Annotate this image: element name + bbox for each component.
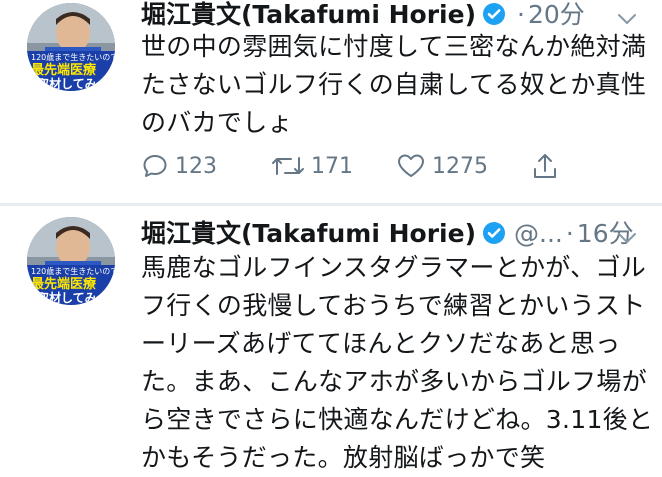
tweet-text-line: ら空きでさらに快適なんだけどね。3.11後と [141,405,654,434]
reply-count: 123 [175,153,217,179]
chevron-down-icon[interactable] [614,225,640,251]
separator-dot: · [517,0,525,29]
separator-dot: · [565,219,574,248]
avatar-caption-line2: 最先端医療 [31,276,97,292]
tweet-text: 馬鹿なゴルフインスタグラマーとかが、ゴル フ行くの我慢しておうちで練習とかいうス… [141,249,654,477]
tweet-text-line: のバカでしょ [141,108,293,137]
avatar-caption-line1: 120歳まで生きたいので、 [31,266,115,276]
avatar[interactable]: 120歳まで生きたいので、 最先端医療 取材してみ [27,217,115,305]
retweet-count: 171 [311,153,353,179]
verified-badge-icon [483,3,505,25]
like-count: 1275 [432,153,488,179]
tweet-text-line: フ行くの我慢しておうちで練習とかいうスト [141,291,646,320]
tweet-header: 堀江貴文(Takafumi Horie) @... · 16分 [141,217,634,251]
author-handle[interactable]: @... [514,219,563,248]
author-name[interactable]: 堀江貴文(Takafumi Horie) [141,219,476,248]
avatar[interactable]: 120歳まで生きたいので、 最先端医療 取材してみ [27,3,115,91]
tweet[interactable]: 120歳まで生きたいので、 最先端医療 取材してみ 堀江貴文(Takafumi … [0,206,662,472]
tweet-text-line: ーリーズあげててほんとクソだなあと思っ [141,329,621,358]
reply-button[interactable]: 123 [141,149,217,183]
avatar-caption-line2: 最先端医療 [31,62,97,78]
share-button[interactable] [531,149,565,183]
heart-icon [398,154,424,177]
avatar-caption-line3: 取材してみ [37,290,97,305]
tweet-text-line: 馬鹿なゴルフインスタグラマーとかが、ゴル [141,253,647,282]
tweet-actions: 123 171 1275 [141,149,581,183]
like-button[interactable]: 1275 [396,149,488,183]
retweet-icon [272,157,304,175]
tweet-text: 世の中の雰囲気に忖度して三密なんか絶対満 たさないゴルフ行くの自粛してる奴とか真… [141,28,651,142]
tweet-text-line: た。まあ、こんなアホが多いからゴルフ場が [141,367,648,396]
tweet-text-line: 世の中の雰囲気に忖度して三密なんか絶対満 [141,32,647,61]
avatar-caption-line1: 120歳まで生きたいので、 [31,52,115,62]
timestamp[interactable]: 20分 [528,0,585,29]
reply-icon [143,155,167,177]
tweet[interactable]: 120歳まで生きたいので、 最先端医療 取材してみ 堀江貴文(Takafumi … [0,0,662,204]
verified-badge-icon [483,222,505,244]
avatar-caption-line3: 取材してみ [37,76,97,91]
author-name[interactable]: 堀江貴文(Takafumi Horie) [141,0,476,29]
tweet-text-line: かもそうだった。放射脳ばっかで笑 [141,443,546,472]
share-icon [534,154,556,178]
tweet-text-line: たさないゴルフ行くの自粛してる奴とか真性 [141,70,647,99]
retweet-button[interactable]: 171 [271,149,353,183]
